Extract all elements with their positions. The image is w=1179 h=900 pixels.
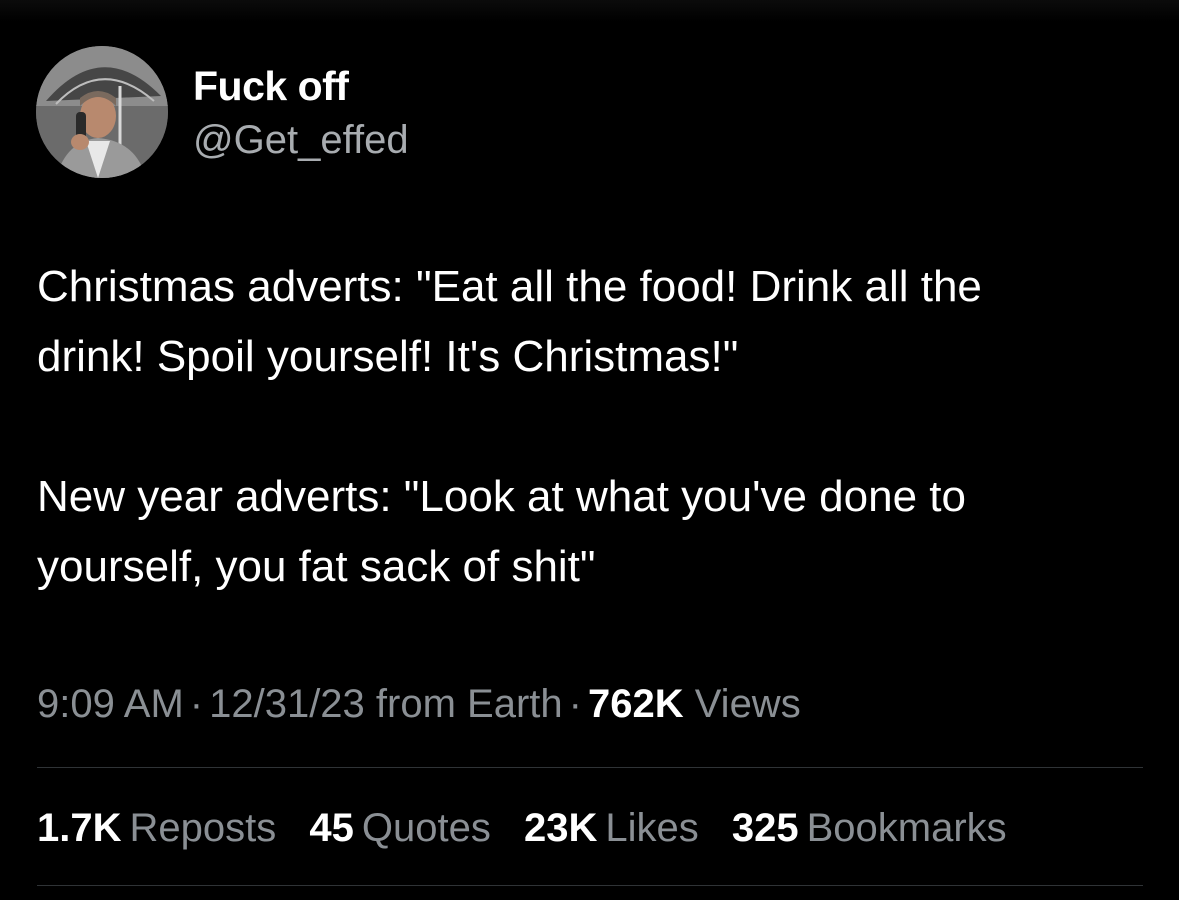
reposts-stat[interactable]: 1.7K Reposts (37, 806, 276, 850)
reposts-label: Reposts (129, 806, 277, 850)
top-edge-shadow (0, 0, 1179, 22)
separator-dot: · (189, 682, 204, 726)
reposts-count: 1.7K (37, 806, 122, 850)
views-count[interactable]: 762K (588, 682, 684, 726)
tweet-text: Christmas adverts: "Eat all the food! Dr… (37, 252, 1157, 602)
views-label[interactable]: Views (695, 682, 801, 726)
likes-label: Likes (605, 806, 699, 850)
engagement-stats: 1.7K Reposts 45 Quotes 23K Likes 325 Bookmar… (37, 802, 1029, 854)
tweet-text-line: Christmas adverts: "Eat all the food! Dr… (37, 262, 982, 311)
divider (37, 767, 1143, 768)
bookmarks-label: Bookmarks (806, 806, 1007, 850)
divider (37, 885, 1143, 886)
likes-stat[interactable]: 23K Likes (524, 806, 699, 850)
author-display-name[interactable]: Fuck off (193, 62, 349, 110)
avatar[interactable] (36, 46, 168, 178)
tweet-text-line: drink! Spoil yourself! It's Christmas!" (37, 332, 739, 381)
tweet-time[interactable]: 9:09 AM (37, 682, 184, 726)
quotes-label: Quotes (361, 806, 491, 850)
tweet-text-line: New year adverts: "Look at what you've d… (37, 472, 966, 521)
tweet-text-line: yourself, you fat sack of shit" (37, 542, 596, 591)
quotes-count: 45 (309, 806, 354, 850)
tweet-metadata: 9:09 AM · 12/31/23 from Earth · 762K Views (37, 678, 801, 730)
bookmarks-stat[interactable]: 325 Bookmarks (732, 806, 1007, 850)
likes-count: 23K (523, 806, 598, 850)
tweet-source: from Earth (375, 682, 563, 726)
quotes-stat[interactable]: 45 Quotes (309, 806, 490, 850)
profile-photo-icon (36, 46, 168, 178)
author-handle[interactable]: @Get_effed (193, 116, 409, 164)
tweet-date[interactable]: 12/31/23 (209, 682, 365, 726)
bookmarks-count: 325 (731, 806, 799, 850)
separator-dot: · (568, 682, 582, 726)
